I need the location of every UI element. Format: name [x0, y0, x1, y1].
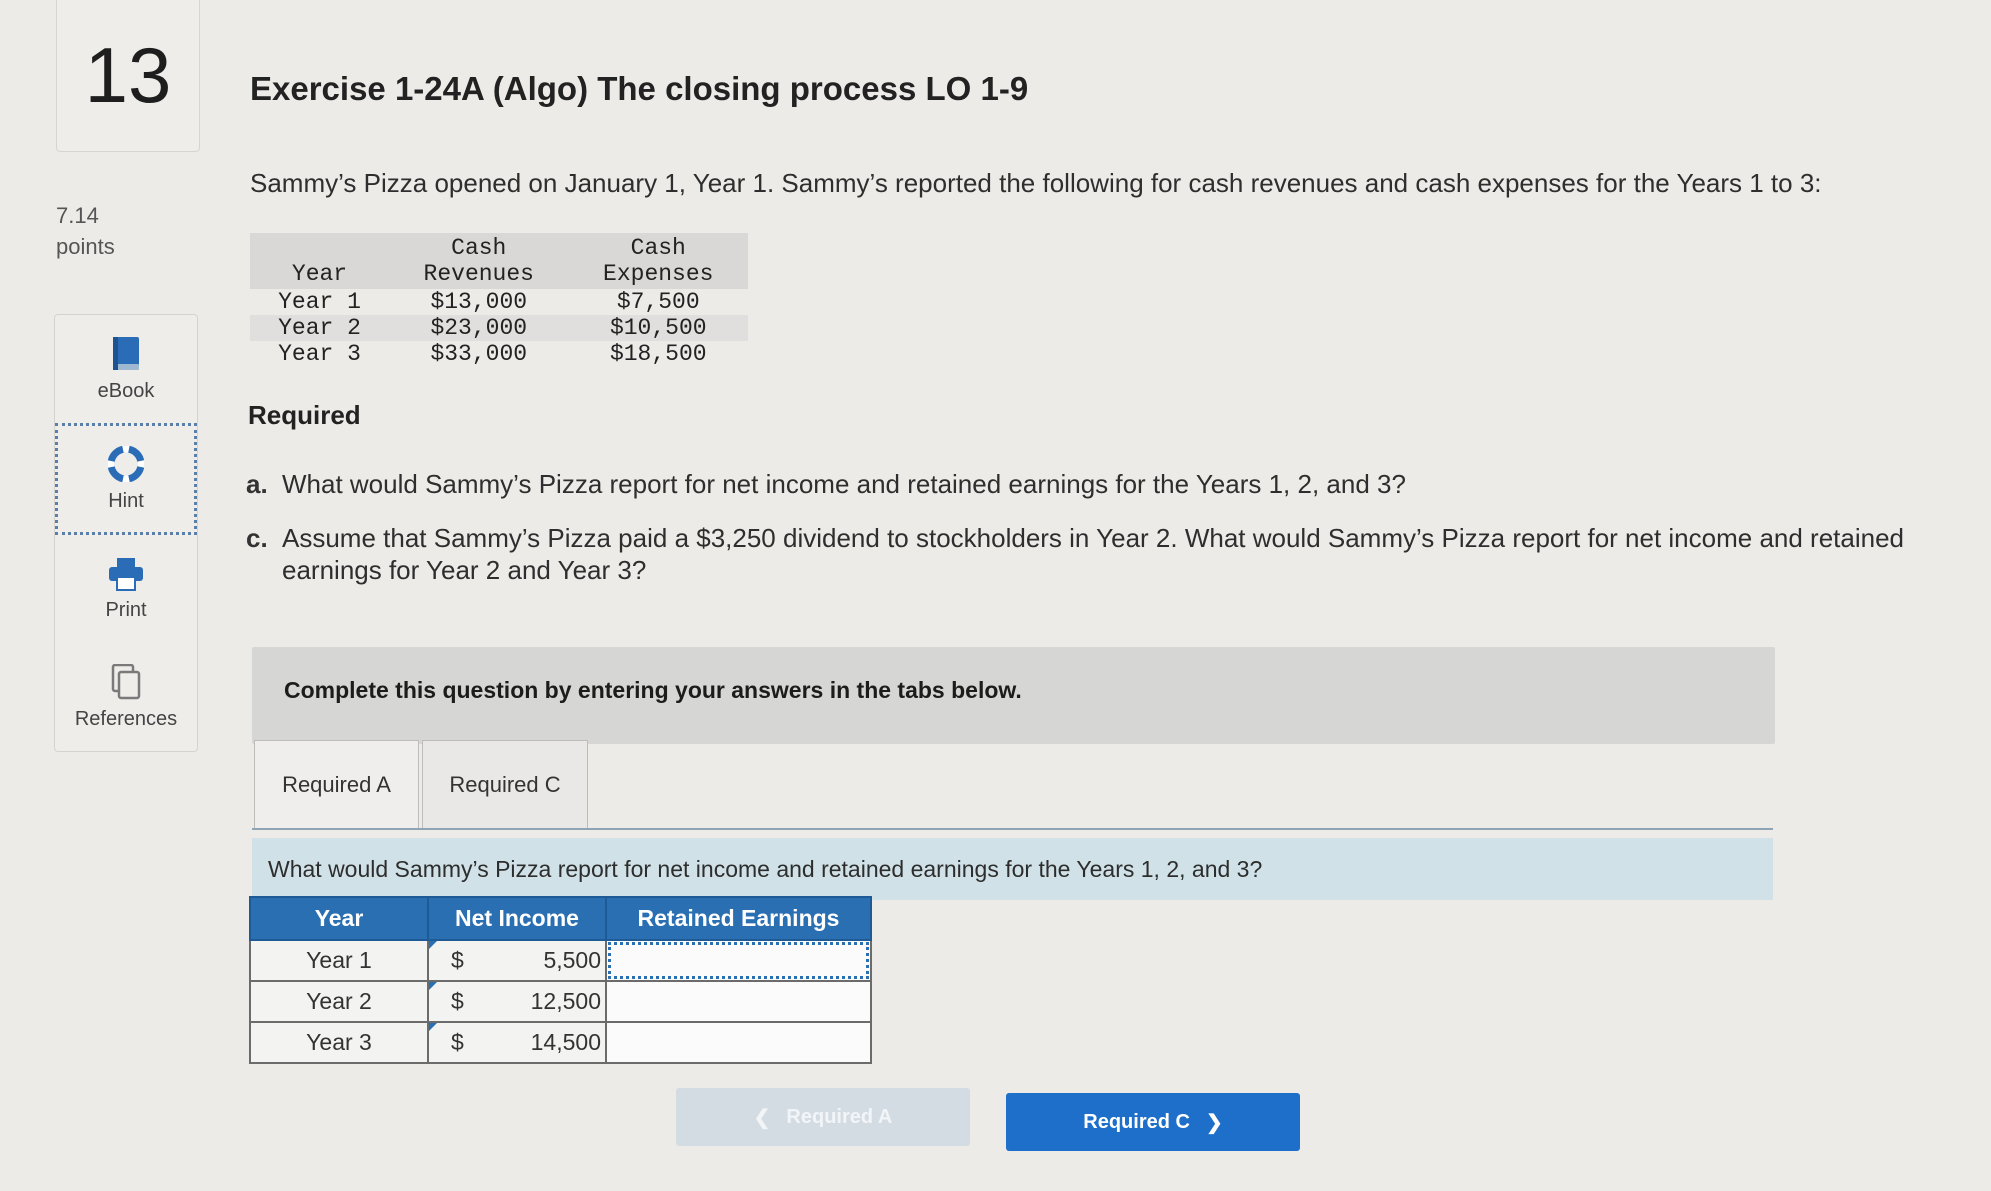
net-income-value: 5,500 [543, 947, 601, 973]
next-button-label: Required C [1083, 1110, 1190, 1133]
exercise-intro: Sammy’s Pizza opened on January 1, Year … [250, 168, 1822, 198]
table-row: Year 1 $5,500 [249, 939, 872, 982]
required-heading: Required [248, 400, 361, 430]
points-value: 7.14 [56, 203, 99, 228]
hint-button[interactable]: Hint [55, 423, 197, 535]
tab-divider [252, 828, 1773, 830]
item-label: c. [246, 523, 268, 553]
retained-earnings-cell [605, 980, 872, 1023]
row-year: Year 2 [250, 315, 390, 341]
table-row: Year 3 $33,000 $18,500 [250, 341, 748, 367]
retained-earnings-input[interactable] [607, 941, 870, 980]
references-button[interactable]: References [55, 643, 197, 751]
currency-symbol: $ [451, 1029, 464, 1055]
retained-earnings-input[interactable] [607, 982, 870, 1021]
table-row: Year 2 $23,000 $10,500 [250, 315, 748, 341]
table-row: Year 2 $12,500 [249, 980, 872, 1023]
net-income-value: 14,500 [530, 1029, 601, 1055]
chevron-right-icon: ❯ [1205, 1111, 1223, 1134]
prev-button-label: Required A [786, 1105, 893, 1128]
currency-symbol: $ [451, 988, 464, 1014]
header-year: Year [250, 233, 390, 289]
tab-required-c[interactable]: Required C [422, 740, 588, 828]
answer-table: Year Net Income Retained Earnings Year 1… [249, 896, 872, 1064]
book-icon [113, 336, 139, 370]
item-label: a. [246, 469, 268, 499]
documents-icon [111, 663, 141, 699]
ebook-label: eBook [97, 379, 155, 402]
question-number: 13 [84, 31, 172, 119]
points-display: 7.14 points [56, 200, 115, 262]
item-text: Assume that Sammy’s Pizza paid a $3,250 … [282, 523, 1905, 585]
chevron-left-icon: ❮ [753, 1106, 771, 1129]
lifebuoy-icon [108, 445, 144, 482]
retained-earnings-input[interactable] [607, 1023, 870, 1062]
answer-year: Year 2 [249, 980, 429, 1023]
answer-header-row: Year Net Income Retained Earnings [249, 896, 872, 941]
cell-flag [429, 982, 437, 990]
net-income-input[interactable]: $5,500 [427, 939, 607, 982]
exercise-title: Exercise 1-24A (Algo) The closing proces… [250, 70, 1029, 107]
net-income-input[interactable]: $12,500 [427, 980, 607, 1023]
row-year: Year 3 [278, 341, 361, 367]
row-revenues: $33,000 [430, 341, 528, 367]
row-expenses: $10,500 [568, 315, 748, 341]
row-year: Year 1 [278, 289, 361, 315]
cell-flag [429, 941, 437, 949]
answer-header-retained-earnings: Retained Earnings [605, 896, 872, 941]
row-revenues: $23,000 [389, 315, 569, 341]
header-cash-revenues: Cash Revenues [389, 233, 569, 289]
row-expenses: $18,500 [609, 341, 707, 367]
points-label: points [56, 234, 115, 259]
tab-prompt: What would Sammy’s Pizza report for net … [252, 838, 1773, 900]
answer-header-year: Year [249, 896, 429, 941]
table-row: Year 3 $14,500 [249, 1021, 872, 1064]
retained-earnings-cell [605, 1021, 872, 1064]
next-required-c-button[interactable]: Required C ❯ [1006, 1093, 1300, 1151]
prev-required-a-button[interactable]: ❮ Required A [676, 1088, 970, 1146]
required-item-c: c. Assume that Sammy’s Pizza paid a $3,2… [246, 522, 1946, 586]
question-number-box: 13 [56, 0, 200, 152]
instructions-box: Complete this question by entering your … [252, 647, 1775, 744]
currency-symbol: $ [451, 947, 464, 973]
cash-data-table: Year Cash Revenues Cash Expenses Year 1 $1… [250, 233, 748, 367]
print-label: Print [105, 598, 147, 621]
row-expenses: $7,500 [616, 289, 700, 315]
cell-flag [429, 1023, 437, 1031]
net-income-value: 12,500 [530, 988, 601, 1014]
printer-icon [109, 557, 143, 591]
net-income-input[interactable]: $14,500 [427, 1021, 607, 1064]
required-item-a: a. What would Sammy’s Pizza report for n… [246, 468, 1406, 500]
instructions-text: Complete this question by entering your … [284, 677, 1022, 703]
tools-panel: eBook Hint Print References [54, 314, 198, 752]
references-label: References [74, 707, 178, 730]
data-table-header-row: Year Cash Revenues Cash Expenses [250, 233, 748, 289]
table-row: Year 1 $13,000 $7,500 [250, 289, 748, 315]
answer-header-net-income: Net Income [427, 896, 607, 941]
item-text: What would Sammy’s Pizza report for net … [282, 469, 1406, 499]
retained-earnings-cell [605, 939, 872, 982]
ebook-button[interactable]: eBook [55, 315, 197, 423]
answer-year: Year 1 [249, 939, 429, 982]
tab-required-a[interactable]: Required A [254, 740, 419, 828]
print-button[interactable]: Print [55, 535, 197, 643]
header-cash-expenses: Cash Expenses [568, 233, 748, 289]
answer-year: Year 3 [249, 1021, 429, 1064]
hint-label: Hint [108, 489, 144, 512]
row-revenues: $13,000 [430, 289, 528, 315]
